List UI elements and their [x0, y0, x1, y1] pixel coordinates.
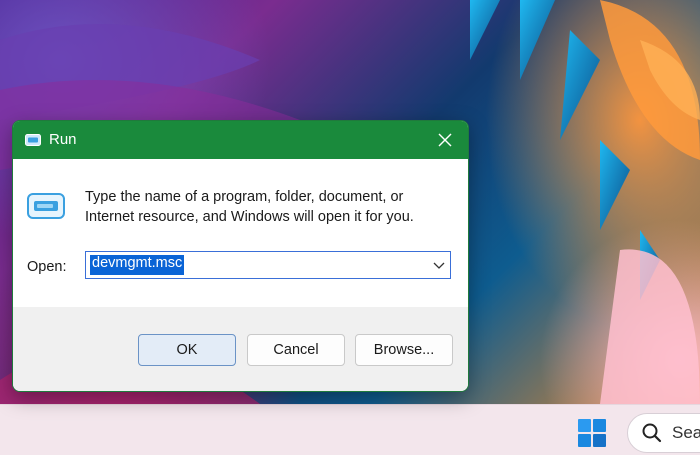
close-icon — [438, 133, 452, 147]
search-placeholder: Sea — [672, 423, 700, 442]
taskbar-search-box[interactable]: Sea — [627, 413, 700, 453]
dialog-body: Type the name of a program, folder, docu… — [13, 159, 468, 307]
windows-logo-icon — [578, 419, 591, 432]
chevron-down-icon[interactable] — [432, 258, 446, 272]
run-icon — [25, 134, 41, 146]
search-icon — [642, 423, 662, 443]
taskbar — [0, 404, 700, 455]
open-combobox[interactable]: devmgmt.msc — [85, 251, 451, 279]
title-bar[interactable]: Run — [13, 121, 468, 159]
open-input[interactable]: devmgmt.msc — [90, 255, 185, 275]
ok-button[interactable]: OK — [138, 334, 236, 366]
start-button[interactable] — [578, 419, 610, 451]
open-label: Open: — [27, 259, 67, 275]
cancel-button[interactable]: Cancel — [247, 334, 345, 366]
run-icon — [27, 193, 65, 219]
browse-button[interactable]: Browse... — [355, 334, 453, 366]
run-dialog: Run Type the name of a program, folder, … — [12, 120, 469, 392]
close-button[interactable] — [422, 121, 468, 159]
dialog-title: Run — [49, 131, 77, 148]
dialog-footer: OK Cancel Browse... — [13, 307, 468, 391]
dialog-description: Type the name of a program, folder, docu… — [85, 189, 414, 225]
